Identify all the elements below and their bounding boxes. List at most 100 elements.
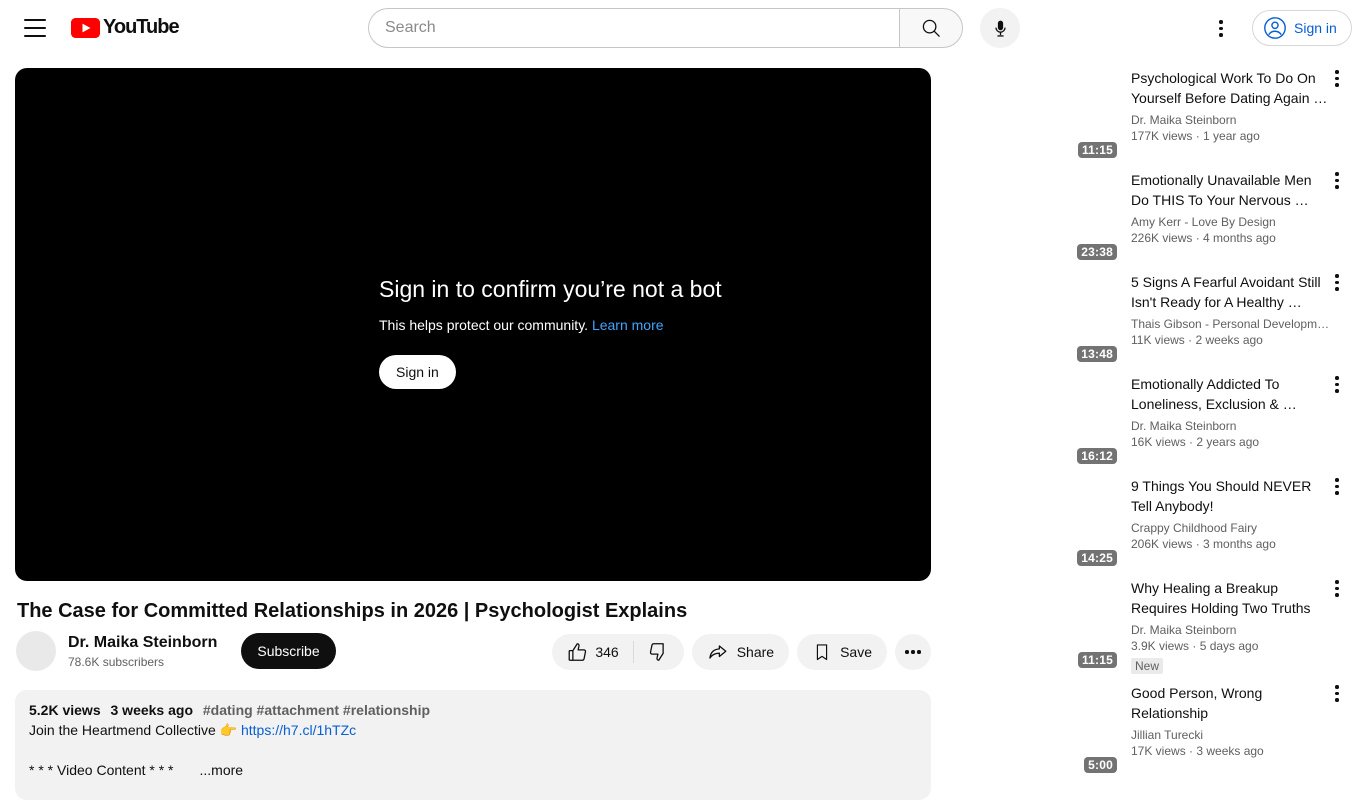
description-link[interactable]: https://h7.cl/1hTZc — [241, 722, 356, 738]
related-video-item[interactable]: 23:38 Emotionally Unavailable Men Do THI… — [955, 170, 1359, 264]
related-video-item[interactable]: 14:25 9 Things You Should NEVER Tell Any… — [955, 476, 1359, 570]
related-video-meta: 17K views · 3 weeks ago — [1131, 744, 1264, 758]
related-video-meta: 177K views · 1 year ago — [1131, 129, 1260, 143]
related-video-meta: 3.9K views · 5 days ago — [1131, 639, 1259, 653]
video-actions: 346 Share Save — [552, 634, 931, 670]
dislike-button[interactable] — [634, 641, 684, 663]
hashtags[interactable]: #dating #attachment #relationship — [203, 702, 430, 718]
related-video-channel: Crappy Childhood Fairy — [1131, 521, 1258, 535]
related-video-title[interactable]: 5 Signs A Fearful Avoidant Still Isn't R… — [1131, 272, 1331, 312]
related-video-channel: Dr. Maika Steinborn — [1131, 623, 1237, 637]
header-signin-label: Sign in — [1294, 20, 1337, 36]
related-video-channel: Jillian Turecki — [1131, 728, 1204, 742]
channel-subscriber-count: 78.6K subscribers — [68, 655, 165, 669]
channel-name[interactable]: Dr. Maika Steinborn — [68, 632, 217, 654]
learn-more-link[interactable]: Learn more — [592, 317, 664, 333]
share-button[interactable]: Share — [691, 634, 790, 670]
youtube-logo[interactable]: YouTube — [71, 16, 180, 39]
description-line1: Join the Heartmend Collective — [29, 722, 216, 738]
save-button[interactable]: Save — [797, 634, 887, 670]
bookmark-icon — [816, 644, 828, 661]
search-bar — [368, 8, 963, 48]
video-thumbnail[interactable]: 14:25 — [955, 476, 1123, 570]
video-duration-badge: 23:38 — [1077, 244, 1117, 260]
related-video-channel: Thais Gibson - Personal Development … — [1131, 317, 1331, 331]
search-button[interactable] — [899, 8, 963, 48]
search-input[interactable] — [368, 8, 899, 48]
related-video-more-options-icon[interactable] — [1335, 374, 1339, 468]
video-duration-badge: 13:48 — [1077, 346, 1117, 362]
related-video-title[interactable]: Psychological Work To Do On Yourself Bef… — [1131, 68, 1331, 108]
video-duration-badge: 5:00 — [1084, 757, 1117, 773]
save-label: Save — [840, 644, 872, 660]
related-video-title[interactable]: 9 Things You Should NEVER Tell Anybody! — [1131, 476, 1331, 516]
related-videos-list: 11:15 Psychological Work To Do On Yourse… — [955, 68, 1359, 785]
like-dislike-pill: 346 — [552, 634, 684, 670]
view-count: 5.2K views — [29, 702, 101, 718]
person-icon — [1264, 17, 1286, 39]
related-video-item[interactable]: 5:00 Good Person, Wrong Relationship Jil… — [955, 683, 1359, 777]
share-icon — [709, 645, 727, 659]
related-video-title[interactable]: Emotionally Unavailable Men Do THIS To Y… — [1131, 170, 1331, 210]
related-video-item[interactable]: 13:48 5 Signs A Fearful Avoidant Still I… — [955, 272, 1359, 366]
youtube-play-icon — [71, 17, 100, 38]
video-thumbnail[interactable]: 23:38 — [955, 170, 1123, 264]
related-video-more-options-icon[interactable] — [1335, 578, 1339, 675]
related-video-meta: 11K views · 2 weeks ago — [1131, 333, 1263, 347]
description-line2: * * * Video Content * * * — [29, 762, 174, 778]
video-thumbnail[interactable]: 13:48 — [955, 272, 1123, 366]
like-button[interactable]: 346 — [552, 641, 632, 663]
pointing-hand-emoji: 👉 — [219, 722, 238, 738]
more-actions-button[interactable] — [895, 634, 931, 670]
player-headline: Sign in to confirm you’re not a bot — [379, 276, 722, 302]
related-video-meta: 16K views · 2 years ago — [1131, 435, 1260, 449]
related-video-channel: Amy Kerr - Love By Design — [1131, 215, 1276, 229]
player-signin-message: Sign in to confirm you’re not a bot This… — [379, 276, 722, 389]
player-subtext: This helps protect our community. — [379, 317, 589, 333]
video-title: The Case for Committed Relationships in … — [17, 600, 688, 622]
video-duration-badge: 14:25 — [1077, 550, 1117, 566]
video-thumbnail[interactable]: 11:15 — [955, 68, 1123, 162]
related-video-item[interactable]: 11:15 Why Healing a Breakup Requires Hol… — [955, 578, 1359, 675]
header-signin-button[interactable]: Sign in — [1252, 10, 1352, 46]
video-player[interactable]: Sign in to confirm you’re not a bot This… — [15, 68, 931, 581]
show-more-button[interactable]: ...more — [200, 760, 244, 780]
related-video-meta: 206K views · 3 months ago — [1131, 537, 1276, 551]
related-video-title[interactable]: Why Healing a Breakup Requires Holding T… — [1131, 578, 1331, 618]
related-video-title[interactable]: Emotionally Addicted To Loneliness, Excl… — [1131, 374, 1331, 414]
related-video-item[interactable]: 11:15 Psychological Work To Do On Yourse… — [955, 68, 1359, 162]
menu-icon[interactable] — [24, 18, 46, 38]
thumbs-up-icon — [568, 643, 587, 661]
thumbs-down-icon — [649, 643, 664, 661]
related-video-more-options-icon[interactable] — [1335, 170, 1339, 264]
like-count: 346 — [595, 644, 619, 660]
player-signin-button[interactable]: Sign in — [379, 355, 456, 389]
video-thumbnail[interactable]: 16:12 — [955, 374, 1123, 468]
related-video-more-options-icon[interactable] — [1335, 272, 1339, 366]
video-thumbnail[interactable]: 11:15 — [955, 578, 1123, 672]
video-duration-badge: 11:15 — [1077, 142, 1117, 158]
related-video-meta: 226K views · 4 months ago — [1131, 231, 1276, 245]
related-video-more-options-icon[interactable] — [1335, 68, 1339, 162]
search-icon — [922, 19, 940, 37]
youtube-logo-text: YouTube — [103, 16, 180, 38]
subscribe-button[interactable]: Subscribe — [241, 633, 336, 669]
description-box[interactable]: 5.2K views 3 weeks ago #dating #attachme… — [15, 690, 931, 800]
related-video-item[interactable]: 16:12 Emotionally Addicted To Loneliness… — [955, 374, 1359, 468]
header-more-options-icon[interactable] — [1217, 18, 1225, 39]
new-badge: New — [1131, 658, 1164, 674]
upload-date: 3 weeks ago — [110, 702, 194, 718]
microphone-icon — [994, 20, 1006, 37]
channel-row: Dr. Maika Steinborn 78.6K subscribers Su… — [16, 631, 336, 671]
related-video-title[interactable]: Good Person, Wrong Relationship — [1131, 683, 1331, 723]
related-video-more-options-icon[interactable] — [1335, 476, 1339, 570]
video-duration-badge: 16:12 — [1077, 448, 1117, 464]
related-video-more-options-icon[interactable] — [1335, 683, 1339, 777]
top-app-bar: YouTube Sign in — [0, 0, 1366, 56]
channel-avatar[interactable] — [16, 631, 56, 671]
voice-search-button[interactable] — [980, 8, 1020, 48]
related-video-channel: Dr. Maika Steinborn — [1131, 113, 1237, 127]
video-duration-badge: 11:15 — [1077, 652, 1117, 668]
video-thumbnail[interactable]: 5:00 — [955, 683, 1123, 777]
related-video-channel: Dr. Maika Steinborn — [1131, 419, 1237, 433]
